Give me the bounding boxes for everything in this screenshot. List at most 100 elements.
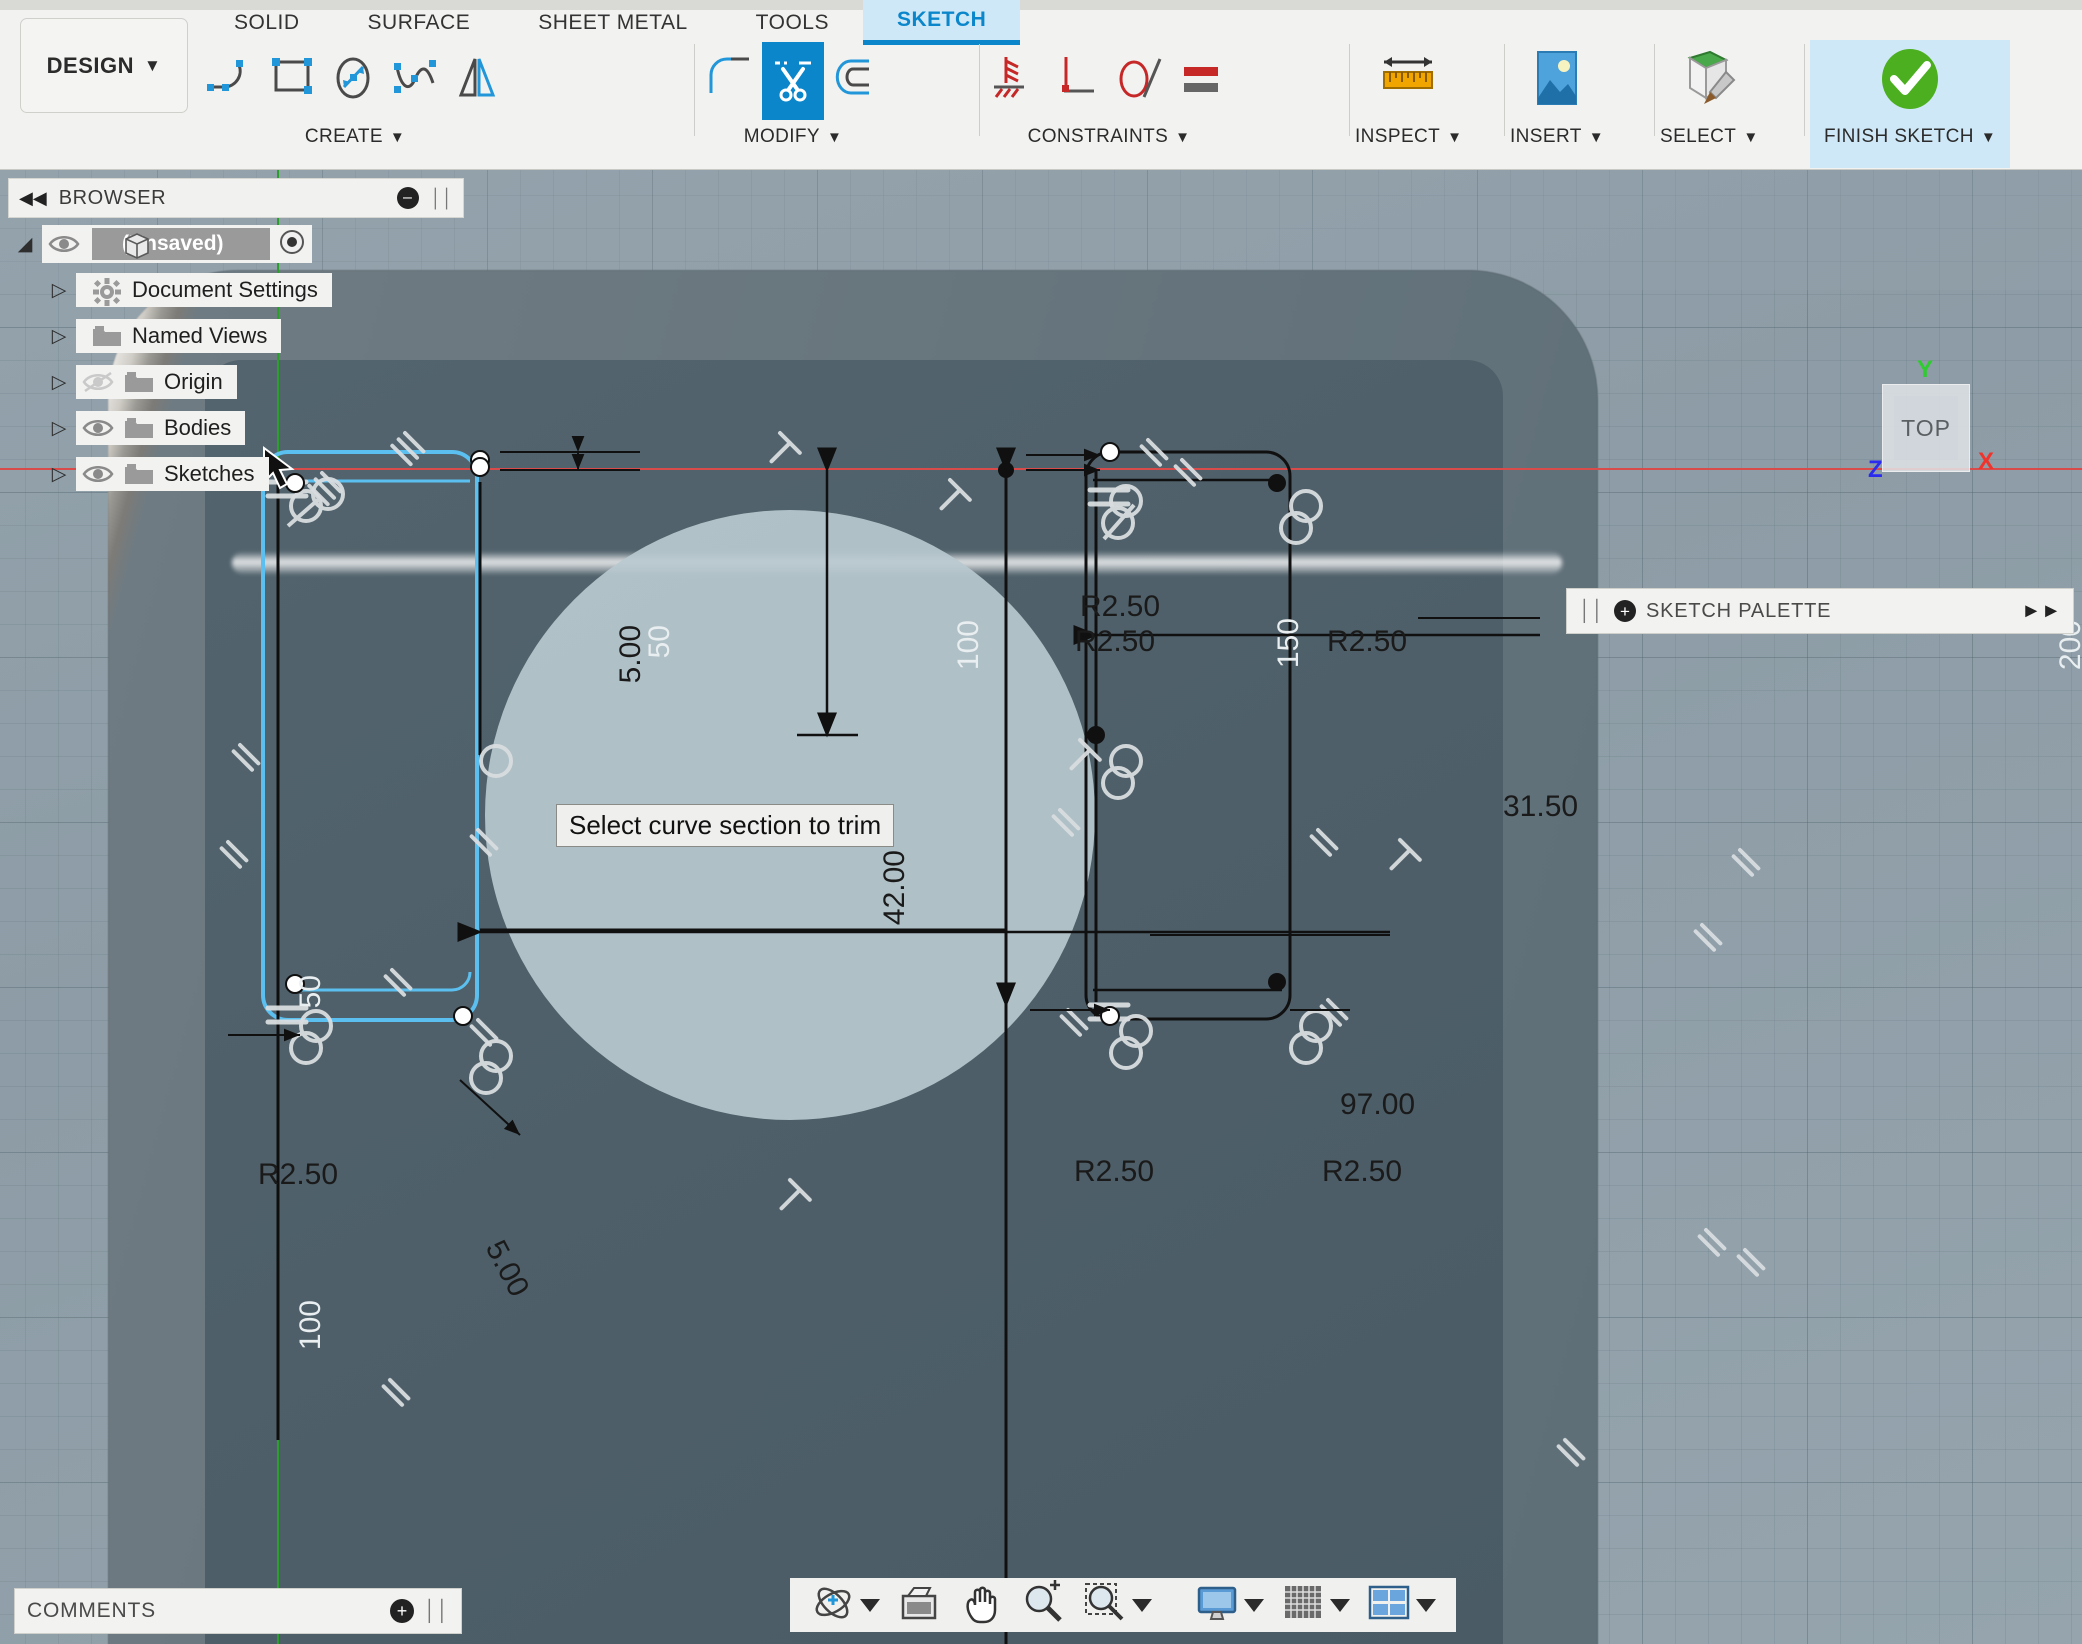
browser-tree[interactable]: ◢(Unsaved)▷Document Settings▷Named Views… xyxy=(8,224,464,494)
viewport-layout-button[interactable] xyxy=(1360,1580,1442,1631)
spline-button[interactable] xyxy=(386,42,448,120)
comments-panel[interactable]: COMMENTS + ││ xyxy=(14,1588,462,1634)
dimension-label-d-r250-tr[interactable]: R2.50 xyxy=(1327,625,1407,659)
dimension-label-d-100-top[interactable]: 100 xyxy=(952,620,986,670)
finish-sketch-check-button[interactable] xyxy=(1864,39,1956,123)
insert-image-button[interactable] xyxy=(1511,39,1603,123)
view-cube-top-face[interactable]: TOP xyxy=(1882,384,1970,472)
orbit-button[interactable] xyxy=(804,1580,886,1631)
eye-visible-icon[interactable] xyxy=(48,232,80,256)
chevron-down-icon[interactable] xyxy=(1244,1599,1264,1612)
double-chevron-right-icon[interactable]: ►► xyxy=(2021,600,2061,623)
ribbon-panel-label[interactable]: CREATE▼ xyxy=(305,126,405,148)
ribbon-tab-surface[interactable]: SURFACE xyxy=(334,0,505,45)
dimension-label-d-150[interactable]: 150 xyxy=(1272,618,1306,668)
ribbon-tab-sketch[interactable]: SKETCH xyxy=(863,0,1020,45)
eye-visible-icon[interactable] xyxy=(82,416,114,440)
resize-handle-icon[interactable]: ││ xyxy=(431,188,454,209)
expand-twisty-document-settings[interactable]: ▷ xyxy=(42,279,76,302)
dimension-label-d-r250-tl[interactable]: R2.50 xyxy=(1080,590,1160,624)
eye-visible-icon[interactable] xyxy=(82,462,114,486)
sketch-palette-panel[interactable]: ││ + SKETCH PALETTE ►► xyxy=(1566,588,2074,634)
expand-twisty-root[interactable]: ◢ xyxy=(8,233,42,256)
circle-icon xyxy=(329,53,381,110)
browser-item-origin[interactable]: ▷Origin xyxy=(8,362,464,402)
dimension-label-d-3150[interactable]: 31.50 xyxy=(1503,790,1578,824)
browser-root-row[interactable]: ◢(Unsaved) xyxy=(8,224,464,264)
axis-label-z: Z xyxy=(1868,456,1883,484)
browser-item-row[interactable]: Named Views xyxy=(76,319,281,353)
ribbon-panel-label[interactable]: MODIFY▼ xyxy=(744,126,843,148)
measure-ruler-button[interactable] xyxy=(1363,39,1455,123)
expand-twisty-named-views[interactable]: ▷ xyxy=(42,325,76,348)
panel-divider xyxy=(694,44,695,136)
minimize-icon[interactable]: – xyxy=(397,187,419,209)
dimension-label-d-42-00[interactable]: 42.00 xyxy=(878,850,912,925)
view-cube[interactable]: Y X Z TOP xyxy=(1862,370,1997,490)
ribbon-panel-label[interactable]: FINISH SKETCH▼ xyxy=(1824,126,1996,148)
expand-twisty-origin[interactable]: ▷ xyxy=(42,371,76,394)
ribbon-panel-label[interactable]: INSERT▼ xyxy=(1510,126,1604,148)
circle-button[interactable] xyxy=(324,42,386,120)
browser-item-sketches[interactable]: ▷Sketches xyxy=(8,454,464,494)
ribbon-panel-label[interactable]: SELECT▼ xyxy=(1660,126,1759,148)
dimension-label-d-r250-bl[interactable]: R2.50 xyxy=(258,1158,338,1192)
ribbon-tab-solid[interactable]: SOLID xyxy=(200,0,334,45)
chevron-down-icon[interactable] xyxy=(1132,1599,1152,1612)
radio-active-icon[interactable] xyxy=(278,228,306,261)
ribbon-tab-tools[interactable]: TOOLS xyxy=(722,0,863,45)
fix-constraint-button[interactable] xyxy=(985,42,1047,120)
browser-root-node[interactable]: (Unsaved) xyxy=(42,225,312,263)
dimension-label-d-50-left[interactable]: 50 xyxy=(294,975,328,1008)
trim-scissors-button[interactable] xyxy=(762,42,824,120)
fillet-button[interactable] xyxy=(700,42,762,120)
dimension-label-d-r250-br[interactable]: R2.50 xyxy=(1074,1155,1154,1189)
expand-twisty-sketches[interactable]: ▷ xyxy=(42,463,76,486)
look-at-button[interactable] xyxy=(890,1580,948,1631)
plus-circle-icon[interactable]: + xyxy=(390,1599,414,1623)
browser-panel[interactable]: ◀◀ BROWSER – ││ ◢(Unsaved)▷Document Sett… xyxy=(8,178,464,500)
zoom-magnifier-button[interactable] xyxy=(1014,1580,1072,1631)
dimension-label-d-r250-tl2[interactable]: R2.50 xyxy=(1075,625,1155,659)
ribbon-tabs[interactable]: SOLIDSURFACESHEET METALTOOLSSKETCH xyxy=(200,0,1020,45)
grid-snaps-button[interactable] xyxy=(1274,1580,1356,1631)
line-button[interactable] xyxy=(200,42,262,120)
ribbon-tab-sheet-metal[interactable]: SHEET METAL xyxy=(504,0,721,45)
perpendicular-constraint-button[interactable] xyxy=(1047,42,1109,120)
dimension-label-d-100-left[interactable]: 100 xyxy=(294,1300,328,1350)
display-settings-button[interactable] xyxy=(1188,1580,1270,1631)
browser-item-document-settings[interactable]: ▷Document Settings xyxy=(8,270,464,310)
expand-twisty-bodies[interactable]: ▷ xyxy=(42,417,76,440)
collapse-left-icon[interactable]: ◀◀ xyxy=(19,188,47,209)
equal-constraint-button[interactable] xyxy=(1171,42,1233,120)
dimension-label-d-9700[interactable]: 97.00 xyxy=(1340,1088,1415,1122)
browser-item-bodies[interactable]: ▷Bodies xyxy=(8,408,464,448)
plus-circle-icon[interactable]: + xyxy=(1614,600,1636,622)
browser-header[interactable]: ◀◀ BROWSER – ││ xyxy=(8,178,464,218)
rectangle-button[interactable] xyxy=(262,42,324,120)
chevron-down-icon[interactable] xyxy=(1330,1599,1350,1612)
chevron-down-icon[interactable] xyxy=(1416,1599,1436,1612)
browser-item-row[interactable]: Document Settings xyxy=(76,273,332,307)
browser-item-row[interactable]: Bodies xyxy=(76,411,245,445)
zoom-window-button[interactable] xyxy=(1076,1580,1158,1631)
palette-grip-icon[interactable]: ││ xyxy=(1579,600,1604,623)
design-workspace-menu[interactable]: DESIGN ▼ xyxy=(20,18,188,113)
chevron-down-icon[interactable] xyxy=(860,1599,880,1612)
dimension-label-d-50-top[interactable]: 50 xyxy=(643,625,677,658)
ribbon-panel-label[interactable]: CONSTRAINTS▼ xyxy=(1028,126,1191,148)
select-paintbrush-button[interactable] xyxy=(1663,39,1755,123)
browser-item-named-views[interactable]: ▷Named Views xyxy=(8,316,464,356)
browser-item-row[interactable]: Origin xyxy=(76,365,237,399)
tangent-constraint-button[interactable] xyxy=(1109,42,1171,120)
zoom-magnifier-icon xyxy=(1020,1580,1066,1631)
pan-hand-button[interactable] xyxy=(952,1580,1010,1631)
offset-button[interactable] xyxy=(824,42,886,120)
browser-item-row[interactable]: Sketches xyxy=(76,457,269,491)
ribbon-panel-label[interactable]: INSPECT▼ xyxy=(1355,126,1462,148)
dimension-label-d-r250-br2[interactable]: R2.50 xyxy=(1322,1155,1402,1189)
resize-handle-icon[interactable]: ││ xyxy=(424,1600,449,1623)
navigation-bar[interactable] xyxy=(790,1578,1456,1632)
mirror-button[interactable] xyxy=(448,42,510,120)
eye-hidden-icon[interactable] xyxy=(82,370,114,394)
